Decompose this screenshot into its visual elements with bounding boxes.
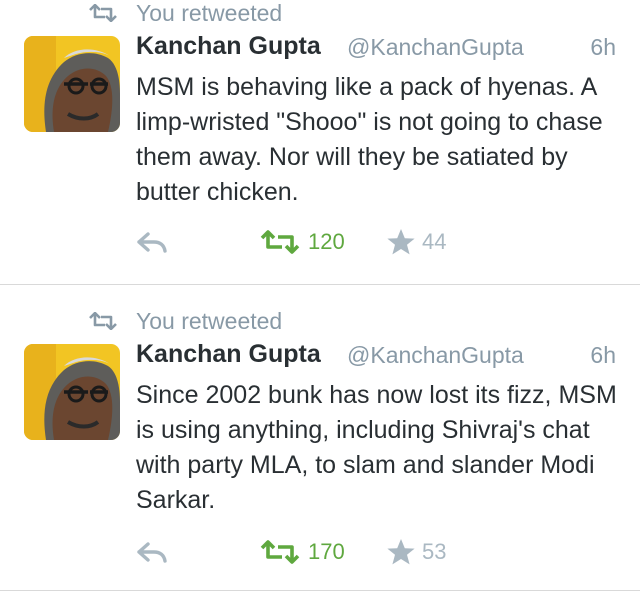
retweet-context: You retweeted [88, 0, 282, 28]
retweet-button[interactable]: 170 [260, 536, 345, 568]
author-name[interactable]: Kanchan Gupta [136, 32, 321, 61]
tweet-text: Since 2002 bunk has now lost its fizz, M… [136, 381, 617, 514]
tweet-actions: 170 53 [136, 536, 536, 568]
timestamp[interactable]: 6h [590, 34, 616, 61]
retweet-icon [260, 230, 300, 254]
retweet-icon [260, 540, 300, 564]
tweet-header: Kanchan Gupta @KanchanGupta 6h [136, 340, 616, 378]
divider [0, 284, 640, 285]
reply-button[interactable] [136, 536, 168, 568]
avatar[interactable] [24, 36, 120, 132]
author-handle[interactable]: @KanchanGupta [347, 34, 524, 61]
retweet-button[interactable]: 120 [260, 226, 345, 258]
star-icon [387, 229, 415, 255]
reply-icon [137, 542, 167, 563]
timestamp[interactable]: 6h [590, 342, 616, 369]
favorite-button[interactable]: 53 [386, 536, 446, 568]
favorite-count: 44 [422, 229, 447, 254]
tweet-text: MSM is behaving like a pack of hyenas. A… [136, 73, 603, 206]
author-handle[interactable]: @KanchanGupta [347, 342, 524, 369]
divider [0, 590, 640, 591]
tweet[interactable]: You retweeted Kanchan Gupta @KanchanGupt… [0, 0, 640, 284]
avatar[interactable] [24, 344, 120, 440]
retweet-context-label: You retweeted [136, 0, 283, 26]
retweet-icon [89, 4, 117, 22]
reply-icon [137, 232, 167, 253]
retweet-context: You retweeted [88, 306, 282, 336]
reply-button[interactable] [136, 226, 168, 258]
retweet-context-label: You retweeted [136, 307, 283, 334]
tweet-header: Kanchan Gupta @KanchanGupta 6h [136, 32, 616, 70]
tweet[interactable]: You retweeted Kanchan Gupta @KanchanGupt… [0, 298, 640, 588]
favorite-count: 53 [422, 539, 447, 564]
favorite-button[interactable]: 44 [386, 226, 446, 258]
author-name[interactable]: Kanchan Gupta [136, 340, 321, 369]
tweet-actions: 120 44 [136, 226, 536, 258]
retweet-icon [89, 312, 117, 330]
retweet-count: 170 [308, 539, 345, 564]
star-icon [387, 539, 415, 565]
retweet-count: 120 [308, 229, 345, 254]
